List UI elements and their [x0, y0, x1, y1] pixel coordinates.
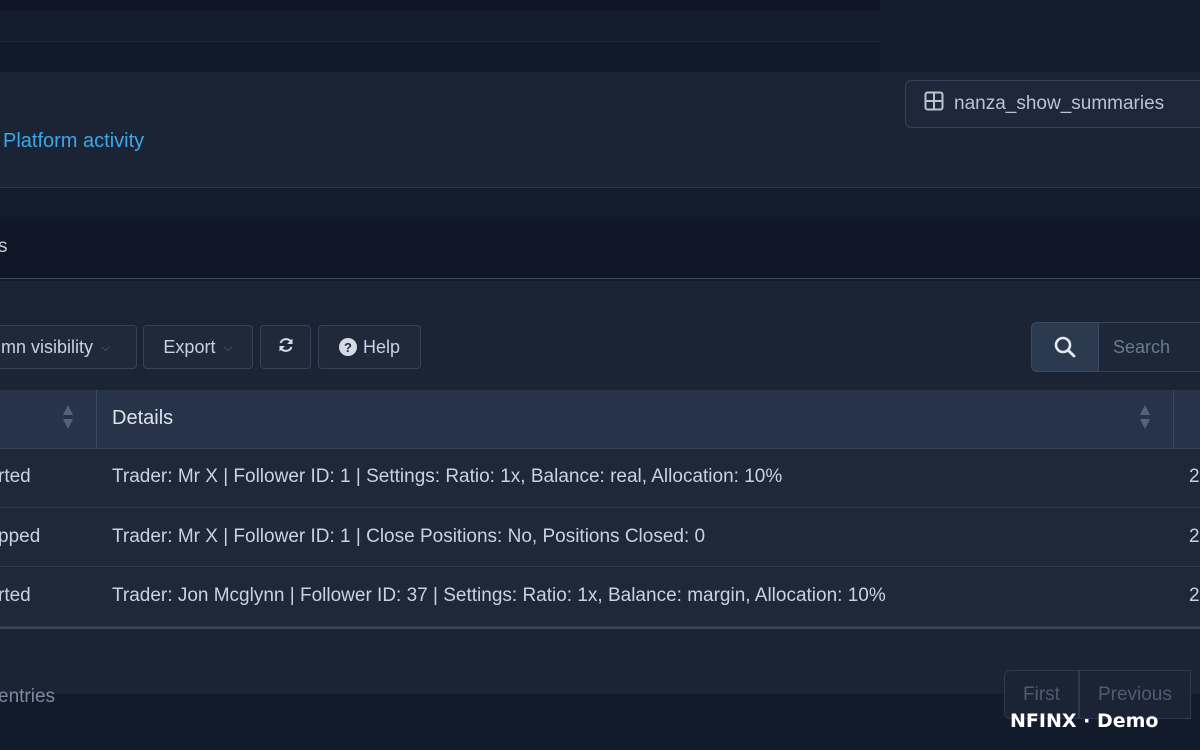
- show-summaries-button[interactable]: nanza_show_summaries: [905, 80, 1200, 128]
- search-icon[interactable]: [1031, 322, 1099, 372]
- section-title: s: [0, 236, 8, 257]
- table-cell: 2: [1189, 585, 1200, 606]
- table-bottom-border: [0, 627, 1200, 629]
- search-group: [1031, 322, 1200, 372]
- column-visibility-label: mn visibility: [1, 336, 94, 357]
- status-cell: rted: [0, 585, 31, 606]
- refresh-icon: [277, 336, 295, 359]
- table-cell: 2: [1189, 526, 1200, 547]
- show-summaries-label: nanza_show_summaries: [954, 93, 1165, 114]
- spacer: [0, 189, 1200, 219]
- refresh-button[interactable]: [260, 325, 311, 369]
- table-cell: 2: [1189, 466, 1200, 487]
- sort-icon[interactable]: [1139, 404, 1151, 430]
- sort-icon[interactable]: [62, 404, 74, 430]
- column-visibility-button[interactable]: mn visibility ⌵: [0, 325, 137, 369]
- chevron-down-icon: ⌵: [223, 339, 233, 354]
- section-header: [0, 219, 1200, 279]
- search-input[interactable]: [1099, 322, 1200, 372]
- breadcrumb-link[interactable]: Platform activity: [3, 130, 144, 153]
- grid-icon: [924, 91, 944, 117]
- export-label: Export: [163, 336, 216, 357]
- details-cell: Trader: Jon Mcglynn | Follower ID: 37 | …: [112, 585, 886, 606]
- export-button[interactable]: Export ⌵: [143, 325, 253, 369]
- watermark: NFINX · Demo: [1010, 710, 1159, 732]
- details-cell: Trader: Mr X | Follower ID: 1 | Close Po…: [112, 526, 706, 547]
- status-cell: rted: [0, 466, 31, 487]
- top-band: [0, 0, 990, 10]
- chevron-down-icon: ⌵: [101, 339, 111, 354]
- top-bar: [0, 0, 1200, 120]
- help-label: Help: [362, 336, 401, 357]
- help-button[interactable]: ? Help: [318, 325, 421, 369]
- entries-info: entries: [0, 686, 56, 707]
- top-band: [0, 10, 990, 42]
- status-cell: pped: [0, 526, 41, 547]
- column-header-details[interactable]: Details: [112, 407, 173, 430]
- column-divider: [96, 390, 97, 449]
- details-cell: Trader: Mr X | Follower ID: 1 | Settings…: [112, 466, 783, 487]
- table-header-row: [0, 390, 1200, 449]
- top-band: [0, 42, 990, 72]
- column-divider: [1173, 390, 1174, 449]
- question-icon: ?: [338, 338, 357, 356]
